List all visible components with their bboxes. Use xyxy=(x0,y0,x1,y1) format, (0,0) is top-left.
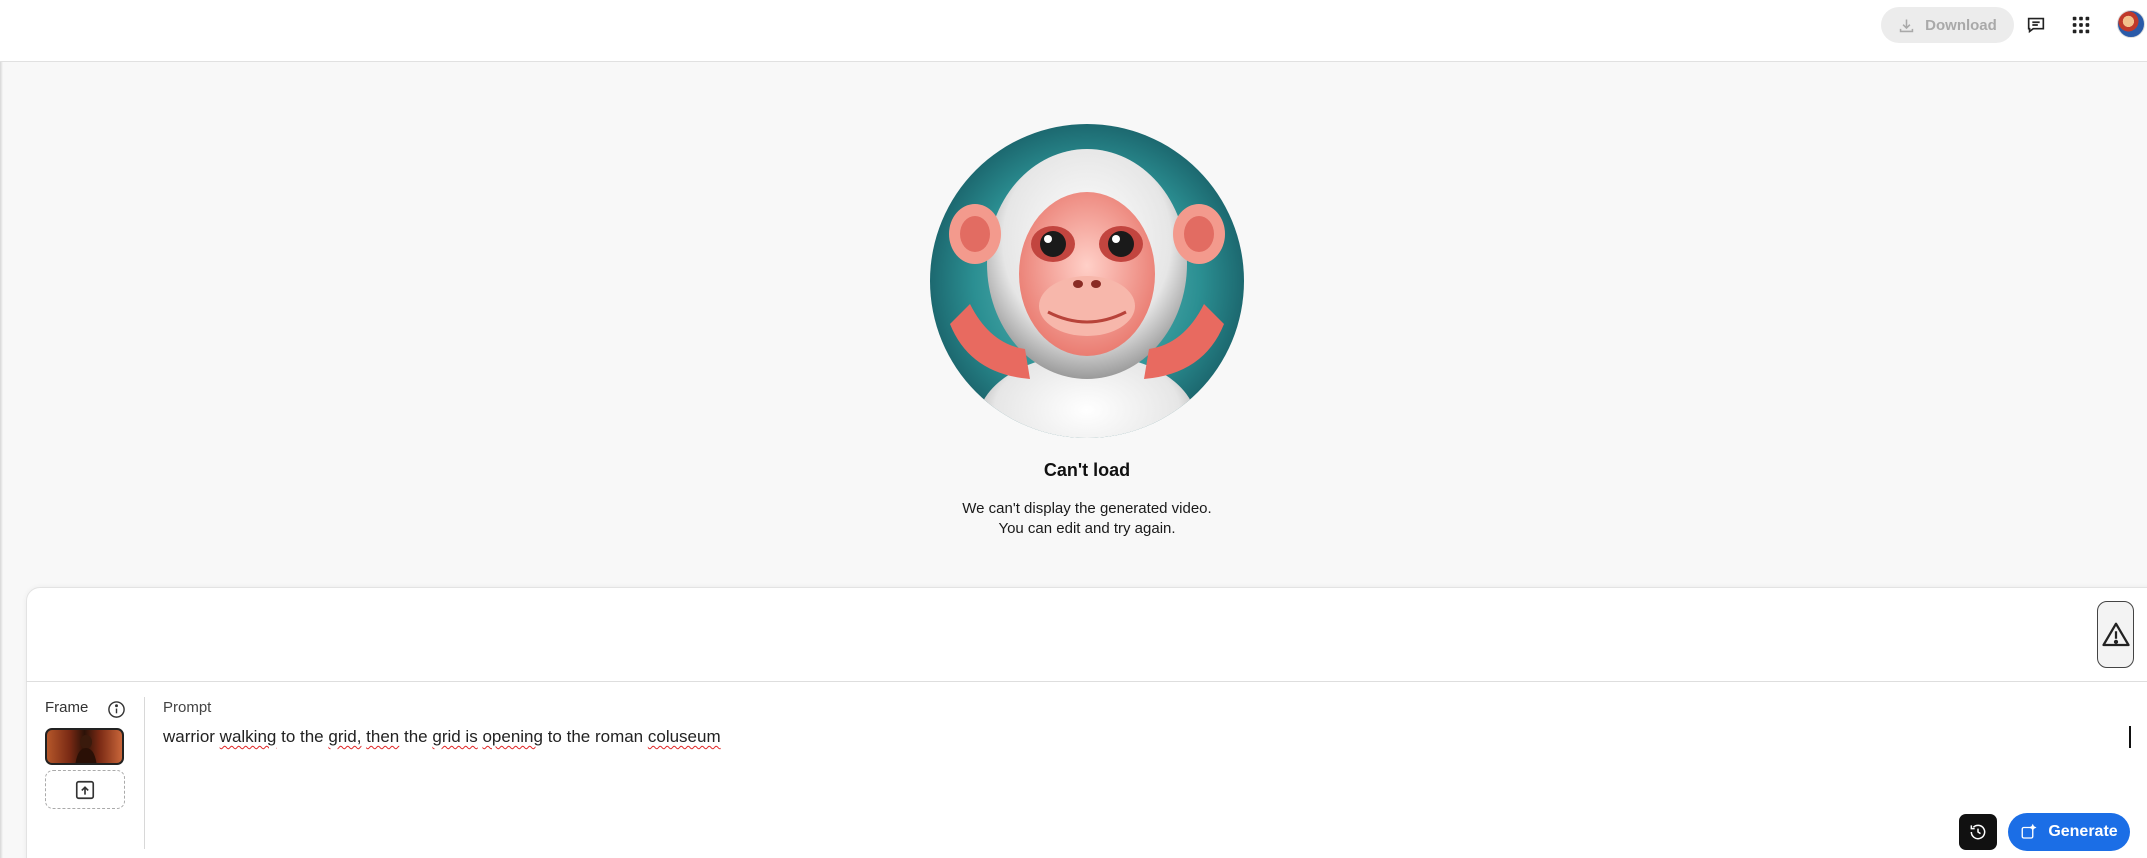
generate-label: Generate xyxy=(2048,823,2118,840)
prompt-word: coluseum xyxy=(647,727,721,746)
error-line-2: You can edit and try again. xyxy=(998,520,1176,537)
top-bar: Download xyxy=(0,0,2147,62)
frame-thumbnail[interactable] xyxy=(45,728,124,765)
prompt-label: Prompt xyxy=(163,699,212,716)
avatar[interactable] xyxy=(2117,10,2145,38)
frame-label: Frame xyxy=(45,699,89,716)
prompt-word: to the roman xyxy=(542,727,648,746)
prompt-word: then xyxy=(366,727,400,746)
download-icon xyxy=(1899,19,1914,32)
composer-divider xyxy=(26,681,2147,682)
prompt-word: opening xyxy=(482,727,543,746)
prompt-input[interactable]: warrior walking to the grid, then the gr… xyxy=(163,727,721,747)
prompt-word: the xyxy=(399,727,433,746)
generate-icon xyxy=(2021,823,2037,839)
generate-button[interactable]: Generate xyxy=(2008,813,2130,851)
error-title: Can't load xyxy=(1043,460,1131,480)
history-icon xyxy=(1970,824,1986,840)
download-button[interactable]: Download xyxy=(1881,7,2014,43)
prompt-word: to the xyxy=(276,727,329,746)
prompt-word: grid, xyxy=(328,727,362,746)
composer-panel xyxy=(26,587,2147,858)
error-message: We can't display the generated video. Yo… xyxy=(837,499,1337,539)
feedback-icon[interactable] xyxy=(2022,11,2050,39)
prompt-word: walking xyxy=(219,727,277,746)
left-edge xyxy=(0,62,3,858)
warning-button[interactable] xyxy=(2097,601,2134,668)
upload-icon xyxy=(75,780,95,799)
prompt-word: grid is xyxy=(432,727,478,746)
error-illustration xyxy=(930,124,1244,438)
text-caret xyxy=(2129,726,2131,748)
warning-icon xyxy=(2101,622,2130,646)
prompt-word: warrior xyxy=(163,727,220,746)
frame-upload-button[interactable] xyxy=(45,770,125,809)
history-button[interactable] xyxy=(1959,814,1997,850)
apps-grid-icon[interactable] xyxy=(2067,11,2095,39)
download-label: Download xyxy=(1925,16,1997,34)
info-icon[interactable] xyxy=(106,699,126,719)
composer-vertical-divider xyxy=(144,697,145,849)
error-line-1: We can't display the generated video. xyxy=(962,500,1212,517)
